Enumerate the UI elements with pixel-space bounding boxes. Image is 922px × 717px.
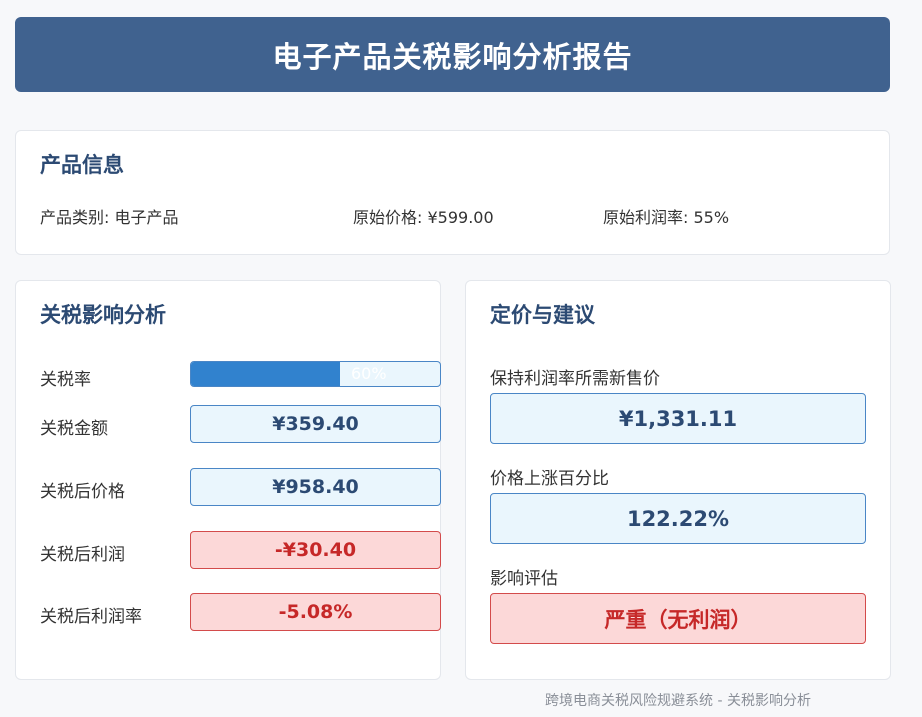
tariff-rate-bar-fill xyxy=(191,362,341,386)
original-price: 原始价格: ¥599.00 xyxy=(353,208,494,227)
tariff-amount-value: ¥359.40 xyxy=(190,405,441,443)
post-tariff-profit-value: -¥30.40 xyxy=(190,531,441,569)
price-increase-value: 122.22% xyxy=(490,493,866,544)
tariff-rate-label: 关税率 xyxy=(40,370,91,390)
new-price-value: ¥1,331.11 xyxy=(490,393,866,444)
product-info-card: 产品信息 产品类别: 电子产品 原始价格: ¥599.00 原始利润率: 55% xyxy=(15,130,890,255)
tariff-analysis-card: 关税影响分析 关税率 60% 关税金额 ¥359.40 关税后价格 ¥958.4… xyxy=(15,280,441,680)
product-info-title: 产品信息 xyxy=(40,153,124,177)
new-price-label: 保持利润率所需新售价 xyxy=(490,369,660,389)
post-tariff-profit-label: 关税后利润 xyxy=(40,545,125,565)
impact-assessment-value: 严重（无利润） xyxy=(490,593,866,644)
tariff-rate-text: 60% xyxy=(351,364,387,383)
original-margin: 原始利润率: 55% xyxy=(603,208,730,227)
tariff-rate-bar: 60% xyxy=(190,361,441,387)
pricing-title: 定价与建议 xyxy=(490,303,595,327)
pricing-card: 定价与建议 保持利润率所需新售价 ¥1,331.11 价格上涨百分比 122.2… xyxy=(465,280,891,680)
impact-assessment-label: 影响评估 xyxy=(490,569,558,589)
tariff-amount-label: 关税金额 xyxy=(40,419,108,439)
report-header: 电子产品关税影响分析报告 xyxy=(15,17,890,92)
post-tariff-margin-label: 关税后利润率 xyxy=(40,607,142,627)
price-increase-label: 价格上涨百分比 xyxy=(490,469,609,489)
tariff-analysis-title: 关税影响分析 xyxy=(40,303,166,327)
post-tariff-price-label: 关税后价格 xyxy=(40,482,125,502)
product-category: 产品类别: 电子产品 xyxy=(40,208,179,227)
post-tariff-price-value: ¥958.40 xyxy=(190,468,441,506)
page-title: 电子产品关税影响分析报告 xyxy=(272,39,633,74)
post-tariff-margin-value: -5.08% xyxy=(190,593,441,631)
footer-text: 跨境电商关税风险规避系统 - 关税影响分析 xyxy=(545,693,811,709)
